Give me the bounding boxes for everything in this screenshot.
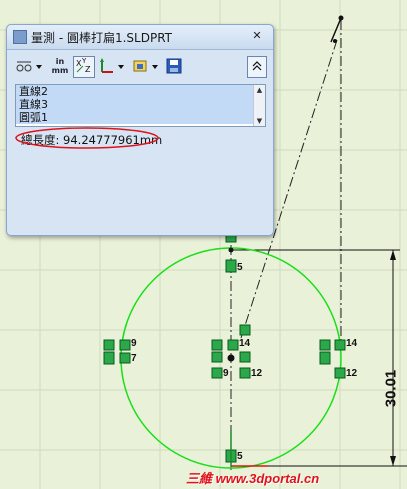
relation-label: 14 — [239, 338, 251, 349]
list-item[interactable]: 圓弧1 — [16, 111, 265, 124]
list-item[interactable]: 直線3 — [16, 98, 265, 111]
scroll-down-icon[interactable]: ▼ — [254, 116, 265, 126]
relation-label: 7 — [131, 353, 137, 364]
sketch-point-mid[interactable] — [333, 39, 337, 43]
relation-label: 12 — [251, 368, 263, 379]
measure-app-icon — [13, 30, 27, 44]
dimension-value[interactable]: 30.01 — [382, 370, 399, 408]
relation-label: 9 — [131, 338, 137, 349]
units-label-top: in — [55, 57, 65, 66]
projection-icon[interactable] — [131, 56, 149, 76]
relation-glyphs — [103, 233, 346, 463]
quadrant-point-top[interactable] — [228, 247, 234, 253]
title-bar[interactable]: 量測 - 圓棒打扁1.SLDPRT ✕ — [7, 25, 273, 50]
relation-label: 12 — [346, 368, 358, 379]
relation-label: 14 — [346, 338, 358, 349]
watermark: 三維 www.3dportal.cn — [186, 468, 319, 487]
result-highlight-ellipse — [15, 127, 159, 149]
dimension-arrow-bottom — [390, 456, 396, 466]
measure-toolbar: in mm XYZ — [13, 54, 267, 78]
relation-label: 5 — [237, 451, 243, 462]
show-xyz-measurements-icon[interactable]: XYZ — [73, 56, 95, 78]
measure-window[interactable]: 量測 - 圓棒打扁1.SLDPRT ✕ in mm XYZ 直線2 直線3 圓弧… — [6, 24, 274, 236]
scroll-up-icon[interactable]: ▲ — [254, 85, 265, 95]
dimension-arrow-top — [390, 250, 396, 260]
circle-center-point[interactable] — [227, 354, 235, 362]
chevron-down-icon[interactable] — [151, 56, 159, 76]
collapse-icon[interactable] — [247, 56, 267, 78]
svg-text:Z: Z — [85, 65, 91, 74]
watermark-site: www.3dportal.cn — [215, 471, 320, 486]
watermark-prefix: 三維 — [186, 471, 213, 486]
list-item[interactable]: 直線2 — [16, 85, 265, 98]
relation-label: 9 — [223, 368, 229, 379]
units-precision-button[interactable]: in mm — [49, 56, 71, 77]
chevron-down-icon[interactable] — [117, 56, 125, 76]
save-icon[interactable] — [165, 56, 183, 76]
list-scrollbar[interactable]: ▲ ▼ — [253, 85, 265, 126]
chevron-down-icon[interactable] — [35, 56, 43, 76]
relation-label: 5 — [237, 262, 243, 273]
selection-list[interactable]: 直線2 直線3 圓弧1 ▲ ▼ — [15, 84, 266, 127]
sketch-point-top[interactable] — [338, 15, 344, 21]
point-to-point-icon[interactable] — [99, 56, 115, 76]
units-label-bottom: mm — [51, 66, 69, 75]
window-title: 量測 - 圓棒打扁1.SLDPRT — [31, 31, 172, 45]
arc-circle-measure-icon[interactable] — [15, 56, 33, 76]
svg-text:Y: Y — [81, 57, 87, 65]
close-icon[interactable]: ✕ — [251, 30, 263, 42]
